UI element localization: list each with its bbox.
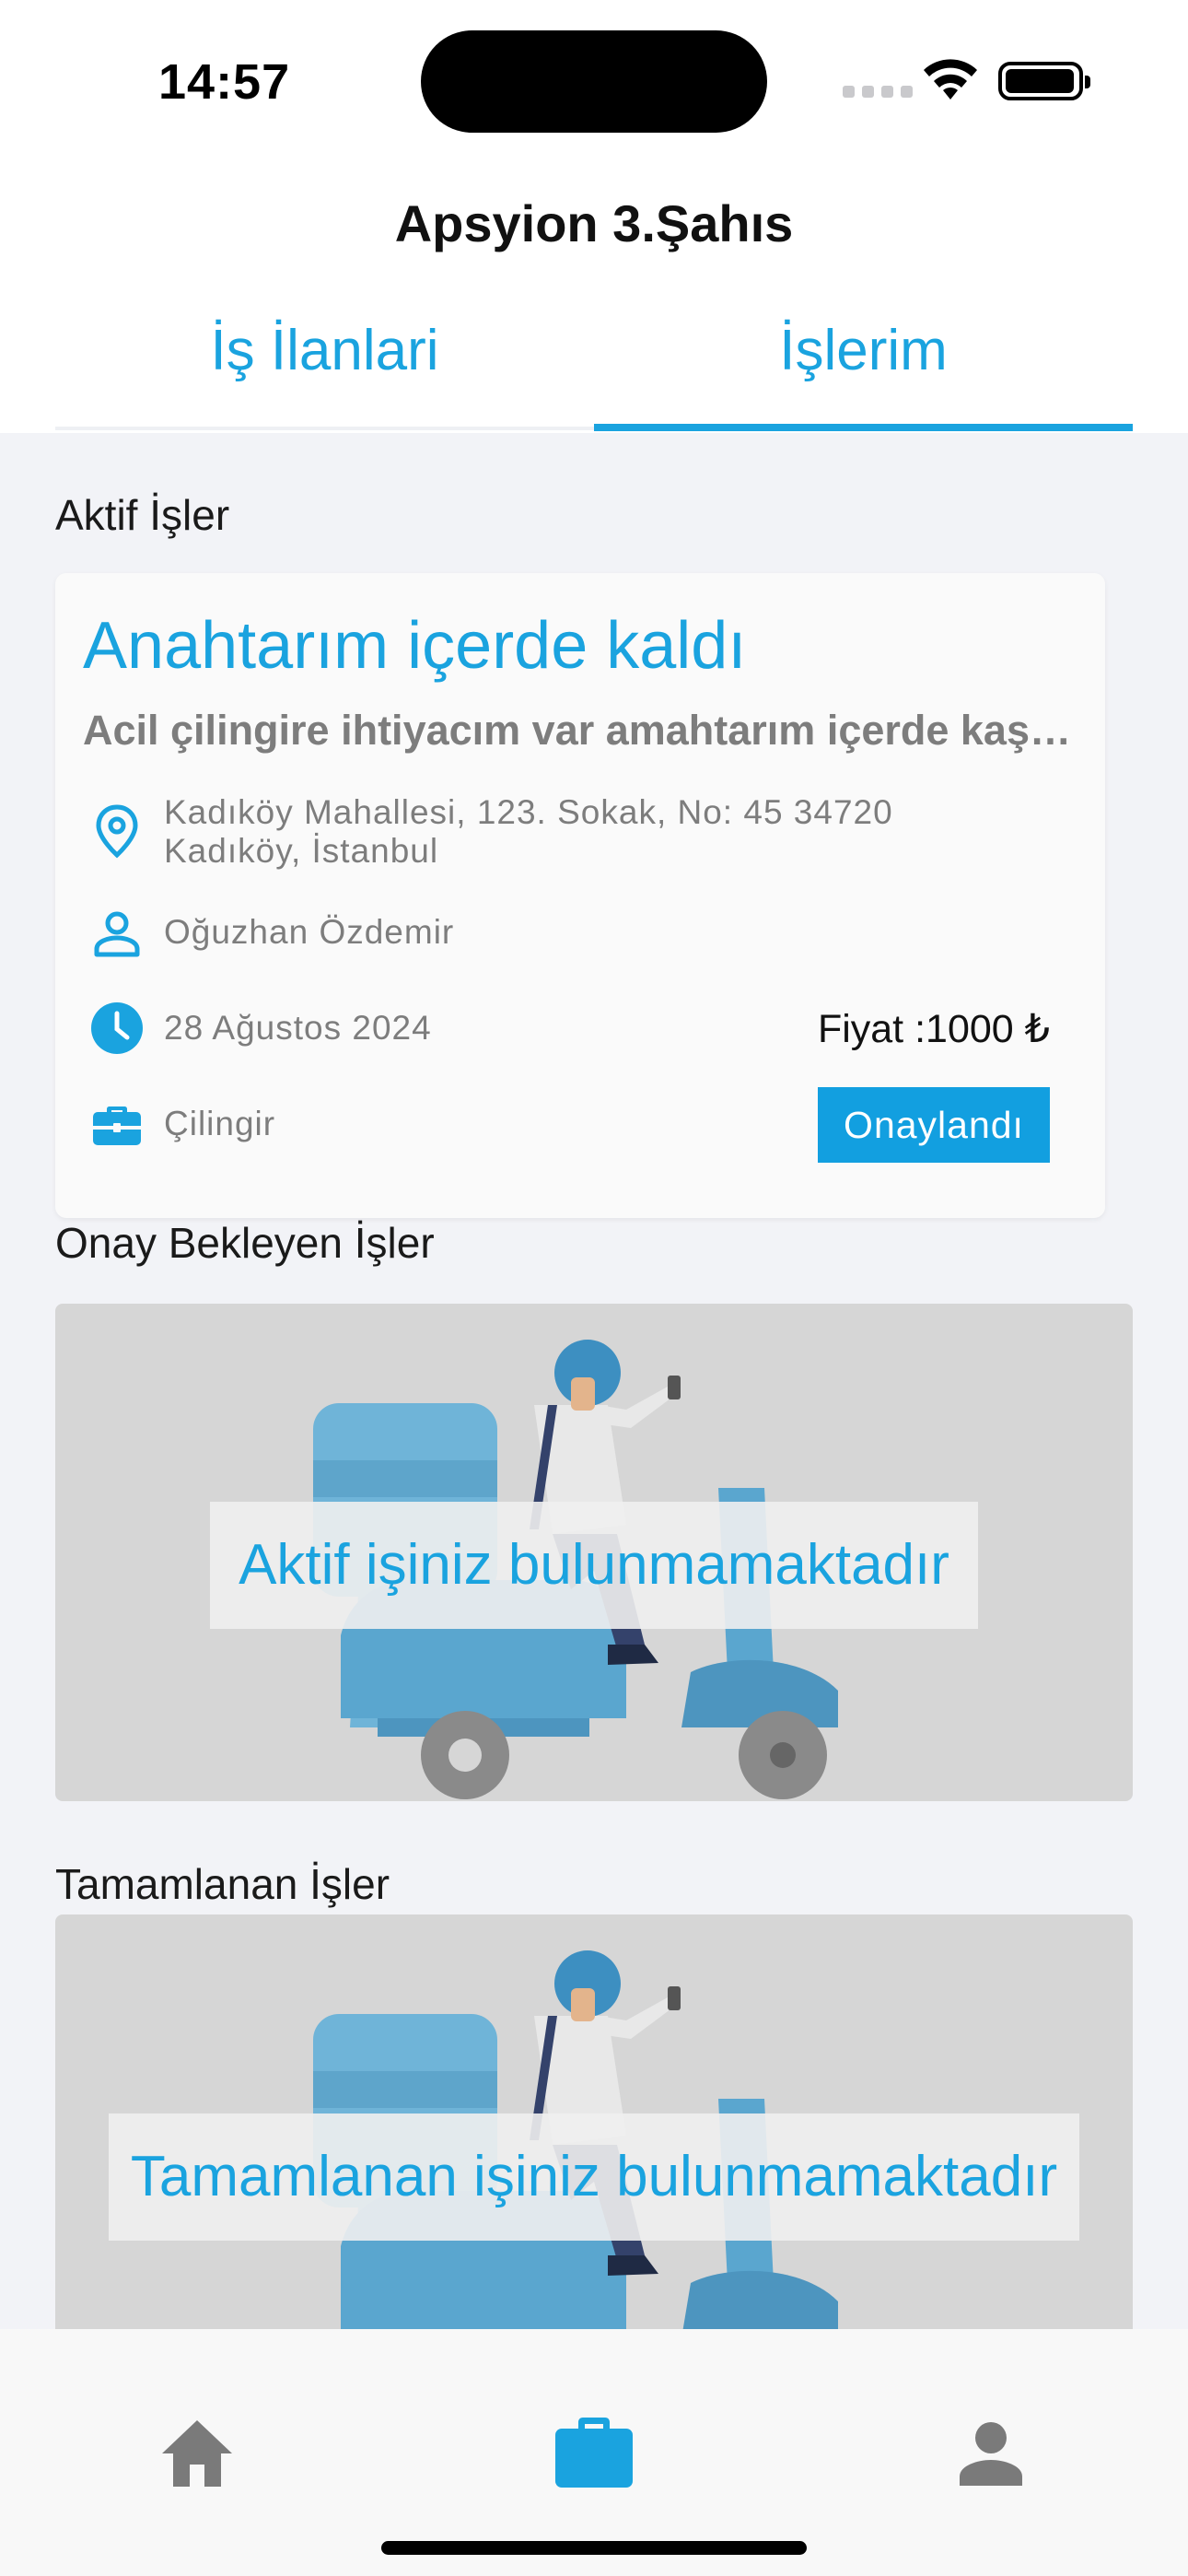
job-address-line1: Kadıköy Mahallesi, 123. Sokak, No: 45 34… <box>164 793 893 831</box>
job-price: Fiyat :1000 ₺ <box>817 1007 1050 1051</box>
clock-icon <box>91 1002 143 1054</box>
briefcase-icon[interactable] <box>553 2414 635 2489</box>
job-card[interactable]: Anahtarım içerde kaldı Acil çilingire ih… <box>55 573 1105 1218</box>
home-indicator <box>381 2541 807 2555</box>
job-description: Acil çilingire ihtiyacım var amahtarım i… <box>83 707 1077 754</box>
job-title: Anahtarım içerde kaldı <box>83 609 747 683</box>
job-date: 28 Ağustos 2024 <box>164 1009 432 1047</box>
home-icon[interactable] <box>158 2417 236 2490</box>
dynamic-island <box>421 30 767 133</box>
wifi-icon <box>924 59 977 100</box>
page-title: Apsyion 3.Şahıs <box>394 194 794 252</box>
empty-state-pending: Aktif işiniz bulunmamaktadır <box>55 1304 1133 1801</box>
tab-job-listings[interactable]: İş İlanlari <box>55 318 594 383</box>
active-tab-indicator <box>594 424 1133 431</box>
status-button-approved[interactable]: Onaylandı <box>818 1087 1050 1163</box>
tab-my-jobs[interactable]: İşlerim <box>594 318 1133 383</box>
job-category: Çilingir <box>164 1105 276 1142</box>
empty-state-completed: Tamamlanan işiniz bulunmamaktadır <box>55 1914 1133 2329</box>
status-time: 14:57 <box>158 54 291 110</box>
tab-divider <box>55 427 594 430</box>
location-pin-icon <box>96 804 138 859</box>
bottom-navigation <box>0 2329 1188 2576</box>
section-title-active: Aktif İşler <box>55 491 230 539</box>
section-title-completed: Tamamlanan İşler <box>55 1860 390 1908</box>
briefcase-icon <box>93 1107 141 1145</box>
battery-icon <box>998 62 1090 100</box>
job-person: Oğuzhan Özdemir <box>164 913 455 951</box>
empty-state-pending-text: Aktif işiniz bulunmamaktadır <box>210 1502 978 1629</box>
person-outline-icon <box>94 911 140 957</box>
job-address-line2: Kadıköy, İstanbul <box>164 832 439 870</box>
section-title-pending: Onay Bekleyen İşler <box>55 1219 435 1267</box>
app-header: Apsyion 3.Şahıs İş İlanlari İşlerim <box>0 157 1188 433</box>
status-bar: 14:57 <box>0 0 1188 157</box>
empty-state-completed-text: Tamamlanan işiniz bulunmamaktadır <box>109 2113 1079 2241</box>
person-icon[interactable] <box>958 2419 1024 2488</box>
cellular-signal-icon <box>843 86 913 98</box>
